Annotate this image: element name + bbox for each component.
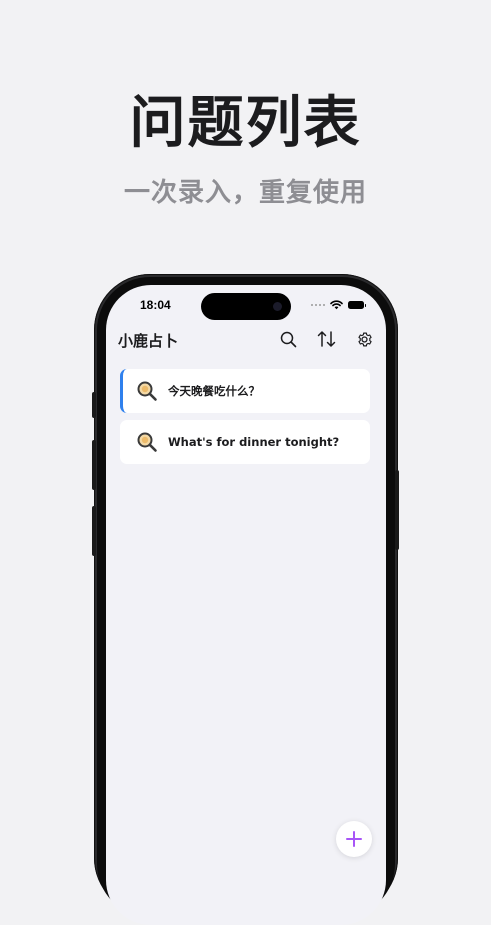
camera-icon — [273, 302, 282, 311]
magnifier-icon — [136, 431, 158, 453]
promo-subline: 一次录入，重复使用 — [123, 178, 367, 208]
phone-side-button — [395, 470, 399, 550]
dynamic-island — [201, 293, 291, 320]
battery-icon — [348, 301, 366, 309]
phone-screen: 18:04 小鹿占卜 今天晚餐吃什么？ What's for dinner to… — [106, 285, 386, 925]
gear-icon — [357, 332, 372, 346]
promo-headline: 问题列表 — [129, 90, 362, 156]
question-item[interactable]: 今天晚餐吃什么？ — [120, 369, 370, 413]
wifi-icon — [330, 300, 343, 310]
plus-icon — [346, 831, 362, 847]
status-time: 18:04 — [140, 298, 171, 312]
question-text: What's for dinner tonight? — [168, 435, 340, 449]
status-indicators — [311, 299, 366, 311]
sort-button[interactable] — [316, 329, 336, 349]
question-item[interactable]: What's for dinner tonight? — [120, 420, 370, 464]
question-text: 今天晚餐吃什么？ — [168, 384, 260, 398]
phone-side-button — [92, 506, 96, 556]
signal-icon — [311, 304, 325, 306]
app-title: 小鹿占卜 — [118, 332, 179, 350]
sort-icon — [317, 331, 335, 347]
add-question-button[interactable] — [336, 821, 372, 857]
search-button[interactable] — [278, 329, 298, 349]
search-icon — [280, 331, 296, 347]
settings-button[interactable] — [354, 329, 374, 349]
phone-side-button — [92, 392, 96, 418]
phone-side-button — [92, 440, 96, 490]
toolbar — [278, 329, 374, 349]
magnifier-icon — [136, 380, 158, 402]
